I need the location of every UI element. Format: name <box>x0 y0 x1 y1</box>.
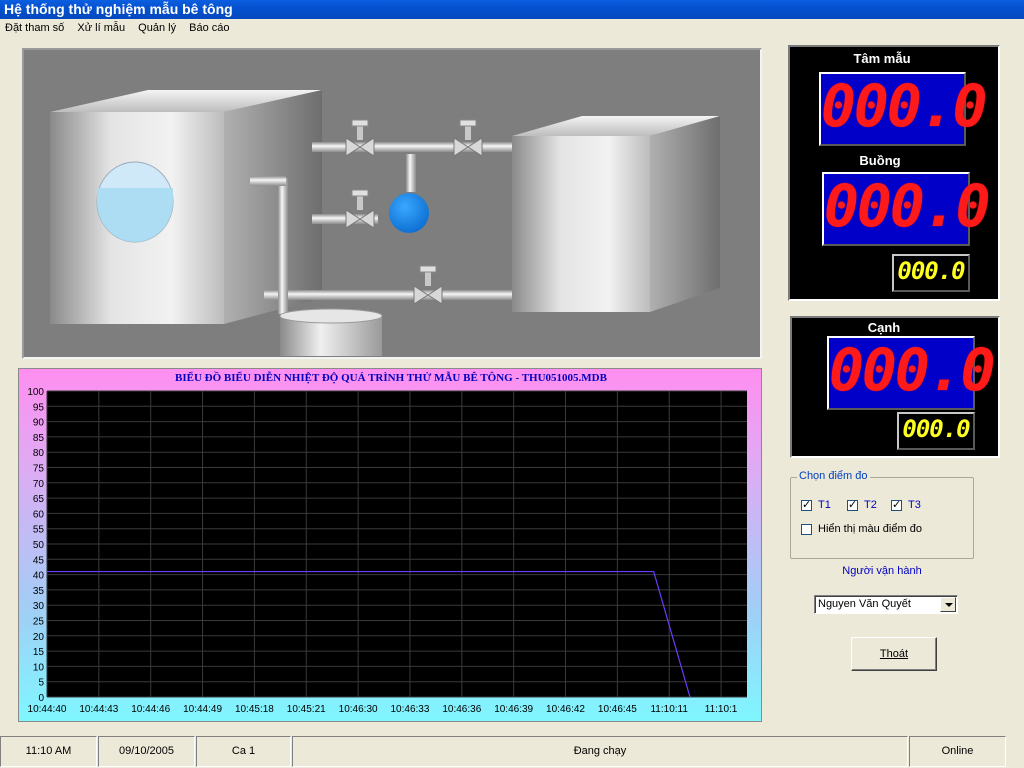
x-tick-label: 10:46:45 <box>598 704 637 715</box>
y-tick-label: 45 <box>33 555 45 566</box>
sensor-panel-top: Tâm mẫu 000.0 Buồng 000.0 000.0 <box>788 45 1000 301</box>
sample-core-display: 000.0 <box>819 72 988 146</box>
x-tick-label: 10:44:49 <box>183 704 222 715</box>
chamber-display: 000.0 <box>822 172 991 246</box>
status-state: Đang chạy <box>292 736 908 767</box>
x-tick-label: 10:44:46 <box>131 704 170 715</box>
right-chamber <box>512 116 720 312</box>
y-tick-label: 50 <box>33 540 45 551</box>
chamber-label: Buồng <box>859 153 901 168</box>
checkbox-show-color-label: Hiển thị màu điểm đo <box>818 523 922 535</box>
y-tick-label: 5 <box>38 678 44 689</box>
y-tick-label: 0 <box>38 693 44 704</box>
status-bar: 11:10 AM 09/10/2005 Ca 1 Đang chạy Onlin… <box>0 735 1024 768</box>
menu-item-manage[interactable]: Quản lý <box>133 19 181 37</box>
x-tick-label: 10:46:42 <box>546 704 585 715</box>
checkbox-t3-label: T3 <box>908 499 921 511</box>
temperature-chart: BIỂU ĐỒ BIỂU DIỄN NHIỆT ĐỘ QUÁ TRÌNH THỬ… <box>18 368 762 722</box>
measure-points-legend: Chọn điểm đo <box>797 470 870 482</box>
window-title: Hệ thống thử nghiệm mẫu bê tông <box>0 0 1024 19</box>
x-tick-label: 10:46:30 <box>339 704 378 715</box>
x-tick-label: 10:46:39 <box>494 704 533 715</box>
checkbox-t1-box[interactable] <box>801 498 812 511</box>
checkbox-t3[interactable]: T3 <box>891 498 921 511</box>
menu-item-report[interactable]: Báo cáo <box>184 19 234 37</box>
water-tank <box>279 308 383 356</box>
process-diagram <box>22 48 762 359</box>
checkbox-t2[interactable]: T2 <box>847 498 877 511</box>
checkbox-t1-label: T1 <box>818 499 831 511</box>
x-tick-label: 10:46:36 <box>442 704 481 715</box>
checkbox-show-color-box[interactable] <box>801 523 812 535</box>
checkbox-t3-box[interactable] <box>891 498 902 511</box>
chevron-down-icon[interactable] <box>940 597 956 612</box>
y-tick-label: 10 <box>33 662 45 673</box>
chamber-small-display: 000.0 <box>892 254 970 292</box>
status-time: 11:10 AM <box>0 736 97 767</box>
x-tick-label: 10:45:21 <box>287 704 326 715</box>
y-tick-label: 70 <box>33 479 45 490</box>
menu-bar: Đặt tham số Xử lí mẫu Quản lý Báo cáo <box>0 19 1024 37</box>
menu-item-process-sample[interactable]: Xử lí mẫu <box>72 19 130 37</box>
exit-button-label: Thoát <box>879 648 909 660</box>
x-tick-label: 10:44:43 <box>79 704 118 715</box>
checkbox-t2-box[interactable] <box>847 498 858 511</box>
y-tick-label: 65 <box>33 494 45 505</box>
y-tick-label: 85 <box>33 433 45 444</box>
y-tick-label: 25 <box>33 617 45 628</box>
edge-display: 000.0 <box>827 336 996 410</box>
y-tick-label: 100 <box>27 387 44 398</box>
status-shift: Ca 1 <box>196 736 291 767</box>
menu-item-settings[interactable]: Đặt tham số <box>0 19 69 37</box>
x-tick-label: 10:46:33 <box>390 704 429 715</box>
y-tick-label: 20 <box>33 632 45 643</box>
status-connection: Online <box>909 736 1006 767</box>
edge-label: Cạnh <box>867 320 901 335</box>
y-tick-label: 95 <box>33 402 45 413</box>
process-illustration <box>50 90 720 356</box>
measure-points-group: Chọn điểm đo T1 T2 T3 Hiển thị màu điểm … <box>790 470 974 559</box>
edge-small-display: 000.0 <box>897 412 975 450</box>
y-tick-label: 30 <box>33 601 45 612</box>
y-tick-label: 35 <box>33 586 45 597</box>
chamber-value: 000.0 <box>824 172 991 240</box>
checkbox-t2-label: T2 <box>864 499 877 511</box>
y-tick-label: 90 <box>33 418 45 429</box>
y-tick-label: 55 <box>33 525 45 536</box>
y-tick-label: 15 <box>33 647 45 658</box>
edge-value: 000.0 <box>829 336 996 404</box>
x-tick-label: 10:45:18 <box>235 704 274 715</box>
x-tick-label: 11:10:11 <box>650 704 688 715</box>
y-tick-label: 60 <box>33 509 45 520</box>
sensor-panel-edge: Cạnh 000.0 000.0 <box>790 316 1000 458</box>
x-tick-label: 10:44:40 <box>28 704 67 715</box>
y-tick-label: 80 <box>33 448 45 459</box>
chart-plot: 1009590858075706560555045403530252015105… <box>27 387 747 715</box>
operator-select[interactable]: Nguyen Văn Quyết <box>814 595 958 614</box>
sample-core-value: 000.0 <box>821 72 988 140</box>
sample-core-label: Tâm mẫu <box>853 51 911 66</box>
exit-button[interactable]: Thoát <box>851 637 937 671</box>
x-tick-label: 11:10:1 <box>705 704 738 715</box>
checkbox-show-color[interactable]: Hiển thị màu điểm đo <box>801 523 922 535</box>
operator-label: Người vận hành <box>842 565 922 577</box>
y-tick-label: 40 <box>33 571 45 582</box>
status-date: 09/10/2005 <box>98 736 195 767</box>
edge-small-value: 000.0 <box>902 415 970 443</box>
operator-select-value: Nguyen Văn Quyết <box>818 598 911 610</box>
chamber-small-value: 000.0 <box>897 257 965 285</box>
pump-icon <box>389 193 429 233</box>
y-tick-label: 75 <box>33 464 45 475</box>
checkbox-t1[interactable]: T1 <box>801 498 831 511</box>
